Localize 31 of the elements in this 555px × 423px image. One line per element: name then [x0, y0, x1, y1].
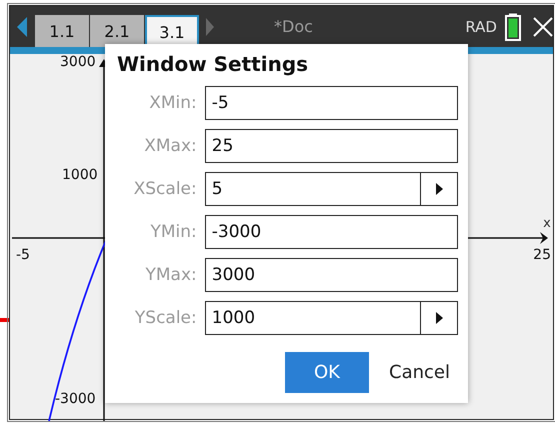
document-title: *Doc: [274, 17, 313, 36]
caret-icon: [436, 183, 442, 195]
dropdown-field[interactable]: 1000: [204, 301, 458, 335]
field-label: XMax:: [143, 136, 197, 156]
field-label: YMax:: [144, 265, 197, 285]
page-tab[interactable]: 1.1: [35, 15, 89, 47]
axis-label: 25: [533, 247, 551, 263]
axis-label: -3000: [55, 391, 96, 407]
axis-label: -5: [16, 247, 30, 263]
axis-label: 3000: [60, 54, 96, 70]
battery-icon: [505, 12, 521, 40]
page-tab[interactable]: 2.1: [90, 15, 144, 47]
input-field[interactable]: 3000: [204, 258, 458, 292]
caret-icon: [436, 312, 442, 324]
field-label: XScale:: [132, 179, 197, 199]
page-tab[interactable]: 3.1: [145, 15, 199, 47]
input-field[interactable]: -5: [204, 86, 458, 120]
angle-mode: RAD: [465, 18, 497, 36]
input-field[interactable]: 25: [204, 129, 458, 163]
axis-label: x: [543, 216, 551, 231]
input-field[interactable]: -3000: [204, 215, 458, 249]
dropdown-field[interactable]: 5: [204, 172, 458, 206]
field-label: YMin:: [149, 222, 197, 242]
axis-label: 1000: [62, 167, 98, 183]
field-label: XMin:: [148, 93, 197, 113]
left-arrow-icon[interactable]: [17, 16, 27, 36]
dialog-button[interactable]: OK: [285, 352, 370, 393]
close-icon[interactable]: [533, 16, 553, 36]
field-label: YScale:: [134, 308, 197, 328]
right-arrow-icon[interactable]: [206, 18, 214, 36]
dialog-title: Window Settings: [117, 52, 310, 76]
